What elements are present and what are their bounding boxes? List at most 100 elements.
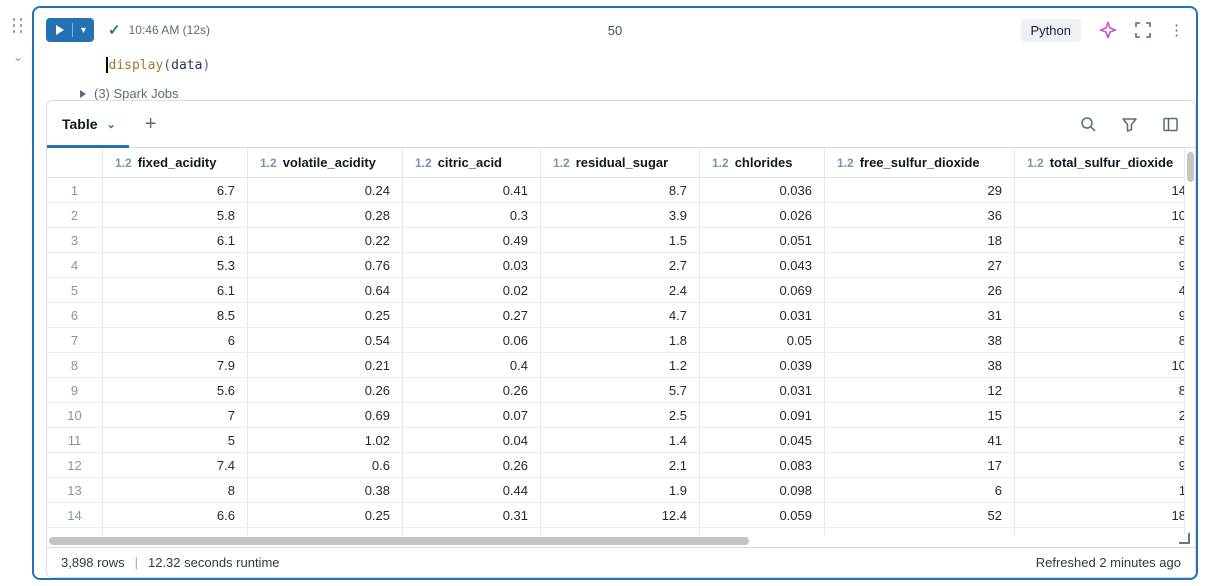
vertical-scrollbar-thumb[interactable] [1187, 152, 1194, 182]
table-cell: 9 [1015, 453, 1184, 477]
table-cell: 0.6 [248, 453, 403, 477]
table-cell: 27 [825, 253, 1015, 277]
code-editor[interactable]: display(data) [106, 56, 210, 74]
table-cell: 12 [825, 378, 1015, 402]
row-number: 11 [47, 428, 103, 452]
expand-fullscreen-icon[interactable] [1135, 22, 1151, 38]
column-header-volatile_acidity[interactable]: 1.2volatile_acidity [248, 148, 403, 177]
table-cell: 0.44 [403, 478, 541, 502]
row-number: 1 [47, 178, 103, 202]
run-options-chevron-icon[interactable]: ▾ [73, 25, 94, 36]
table-cell: 1.2 [541, 353, 700, 377]
numeric-type-icon: 1.2 [1027, 156, 1044, 170]
table-row: 1151.020.041.40.045418 [47, 428, 1184, 453]
table-cell: 5.8 [103, 203, 248, 227]
drag-handle-icon[interactable] [13, 18, 24, 34]
row-number: 2 [47, 203, 103, 227]
column-header-chlorides[interactable]: 1.2chlorides [700, 148, 825, 177]
results-resize-handle[interactable] [1179, 533, 1190, 544]
spark-jobs-toggle[interactable]: (3) Spark Jobs [80, 86, 179, 101]
table-cell: 36 [825, 203, 1015, 227]
horizontal-scrollbar-thumb[interactable] [49, 537, 749, 545]
play-icon [56, 25, 64, 35]
columns-panel-icon[interactable] [1162, 116, 1179, 133]
row-number: 5 [47, 278, 103, 302]
table-row: 760.540.061.80.05388 [47, 328, 1184, 353]
table-cell: 0.059 [700, 503, 825, 527]
table-cell: 0.045 [700, 428, 825, 452]
table-cell: 6.7 [103, 178, 248, 202]
table-row: 25.80.280.33.90.0263610 [47, 203, 1184, 228]
table-row: 36.10.220.491.50.051188 [47, 228, 1184, 253]
table-cell: 5.6 [103, 378, 248, 402]
vertical-scrollbar[interactable] [1184, 148, 1195, 535]
column-name: chlorides [735, 155, 793, 170]
last-run-timestamp: 10:46 AM (12s) [129, 23, 210, 37]
table-cell: 6 [103, 328, 248, 352]
runtime: 12.32 seconds runtime [148, 555, 280, 570]
column-header-residual_sugar[interactable]: 1.2residual_sugar [541, 148, 700, 177]
table-cell: 0.49 [403, 228, 541, 252]
table-cell: 2 [1015, 403, 1184, 427]
table-cell: 7 [103, 403, 248, 427]
tab-options-chevron-icon[interactable]: ⌄ [107, 118, 116, 131]
table-cell: 0.069 [700, 278, 825, 302]
table-row: 45.30.760.032.70.043279 [47, 253, 1184, 278]
column-header-citric_acid[interactable]: 1.2 citric_acid [403, 148, 541, 177]
column-header-fixed_acidity[interactable]: 1.2fixed_acidity [103, 148, 248, 177]
results-footer: 3,898 rows | 12.32 seconds runtime Refre… [47, 547, 1195, 577]
table-cell: 8 [103, 478, 248, 502]
language-selector[interactable]: Python [1021, 19, 1081, 42]
table-cell: 0.76 [248, 253, 403, 277]
table-cell: 0.38 [248, 478, 403, 502]
table-cell: 26 [825, 278, 1015, 302]
run-cell-button[interactable]: ▾ [46, 18, 94, 42]
table-cell: 6.1 [103, 228, 248, 252]
table-cell: 8 [1015, 328, 1184, 352]
results-tabbar: Table ⌄ + [47, 101, 1195, 148]
table-row: 68.50.250.274.70.031319 [47, 303, 1184, 328]
column-name: citric_acid [438, 155, 502, 170]
assistant-sparkle-icon[interactable] [1099, 21, 1117, 39]
numeric-type-icon: 1.2 [415, 156, 432, 170]
table-cell: 1.4 [541, 428, 700, 452]
table-cell: 7.4 [103, 453, 248, 477]
results-panel: Table ⌄ + [46, 100, 1196, 578]
table-cell: 9 [1015, 253, 1184, 277]
row-number: 14 [47, 503, 103, 527]
code-function-token: display [109, 58, 164, 73]
table-cell: 52 [825, 503, 1015, 527]
table-cell: 0.24 [248, 178, 403, 202]
table-cell: 18 [825, 228, 1015, 252]
tab-table[interactable]: Table ⌄ [47, 101, 129, 147]
table-cell: 0.25 [248, 303, 403, 327]
table-cell: 0.25 [248, 503, 403, 527]
table-row: 56.10.640.022.40.069264 [47, 278, 1184, 303]
expand-triangle-icon [80, 90, 86, 98]
table-cell: 0.02 [403, 278, 541, 302]
table-cell: 0.036 [700, 178, 825, 202]
table-cell: 0.05 [700, 328, 825, 352]
table-cell: 0.3 [403, 203, 541, 227]
table-cell: 0.098 [700, 478, 825, 502]
collapse-cell-chevron-icon[interactable]: ⌄ [13, 52, 23, 62]
table-cell: 0.051 [700, 228, 825, 252]
table-row: 127.40.60.262.10.083179 [47, 453, 1184, 478]
spark-jobs-label: (3) Spark Jobs [94, 86, 179, 101]
column-header-free_sulfur_dioxide[interactable]: 1.2free_sulfur_dioxide [825, 148, 1015, 177]
table-cell: 2.1 [541, 453, 700, 477]
cell-menu-kebab-icon[interactable]: ⋮ [1169, 23, 1184, 38]
success-check-icon: ✓ [108, 21, 121, 39]
table-cell: 0.26 [403, 378, 541, 402]
add-visualization-button[interactable]: + [145, 114, 157, 134]
filter-icon[interactable] [1121, 116, 1138, 133]
table-cell: 0.026 [700, 203, 825, 227]
column-name: residual_sugar [576, 155, 669, 170]
search-icon[interactable] [1080, 116, 1097, 133]
table-cell: 1.5 [541, 228, 700, 252]
table-cell: 0.21 [248, 353, 403, 377]
horizontal-scrollbar[interactable] [47, 535, 1195, 547]
column-header-total_sulfur_dioxide[interactable]: 1.2total_sulfur_dioxide [1015, 148, 1184, 177]
table-cell: 0.31 [403, 503, 541, 527]
table-cell: 1 [1015, 478, 1184, 502]
